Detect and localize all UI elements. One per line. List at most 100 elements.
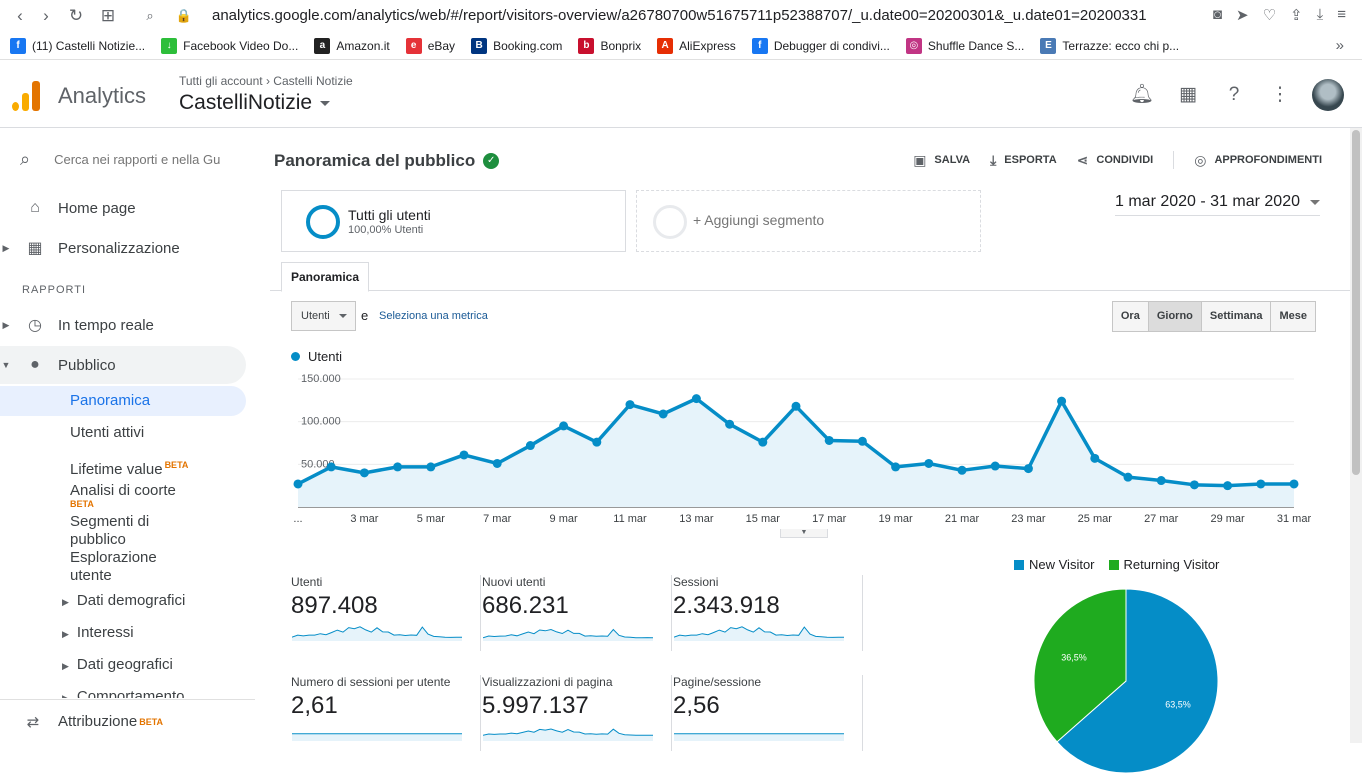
data-point [559,421,569,431]
expand-icon: ▶ [62,597,69,607]
legend-label: Utenti [308,349,342,364]
sidebar-search: ⌕ [20,149,225,170]
heart-icon[interactable]: ♡ [1263,6,1276,24]
page-title: Panoramica del pubblico ✓ [274,151,500,171]
menu-icon[interactable]: ≡ [1337,6,1346,24]
property-selector[interactable]: CastelliNotizie [179,91,331,115]
metric-card[interactable]: Nuovi utenti 686.231 [482,575,672,651]
bookmark-label: eBay [427,38,456,53]
collapse-icon: ▼ [1,360,11,370]
sidebar-item-lifetime[interactable]: Lifetime value BETA [0,456,246,479]
data-point [426,462,436,472]
segment-percentage: 100,00% Utenti [348,224,424,236]
x-tick-label: 29 mar [1210,513,1245,525]
analytics-logo-icon [12,81,40,111]
bookmark-item[interactable]: a Amazon.it [314,37,390,54]
caret-down-icon [320,100,331,106]
report-area: Panoramica del pubblico ✓ ▣ SALVA ⤓ ESPORT… [270,129,1350,774]
bookmark-item[interactable]: f (11) Castelli Notizie... [10,37,145,54]
metric-label: Visualizzazioni di pagina [482,675,613,689]
forward-icon[interactable]: › [36,6,56,26]
apps-grid-icon[interactable]: ▦ [1176,83,1200,107]
download-icon[interactable]: ⤓ [1317,6,1324,24]
avatar[interactable] [1312,79,1344,111]
share-button[interactable]: ⋖ CONDIVIDI [1077,152,1154,169]
sidebar-item-audience[interactable]: ▼ ● Pubblico [0,346,246,384]
bookmark-item[interactable]: e eBay [405,37,456,54]
beta-badge: BETA [70,499,94,509]
sidebar-item-interests[interactable]: ▶ Interessi [62,624,134,641]
sidebar-item-overview[interactable]: Panoramica [0,386,246,416]
caret-down-icon [1310,199,1320,205]
tab-grid-icon[interactable]: ⊞ [98,6,118,26]
breadcrumb[interactable]: Tutti gli account › Castelli Notizie [179,74,353,88]
sidebar-item-attribution[interactable]: ⇄ Attribuzione BETA [0,699,255,743]
share-icon: ⋖ [1076,151,1089,168]
sidebar-item-active-users[interactable]: Utenti attivi [0,424,246,442]
bookmark-item[interactable]: A AliExpress [657,37,736,54]
bookmark-item[interactable]: f Debugger di condivi... [751,37,890,54]
breadcrumb-account[interactable]: Tutti gli account [179,74,263,88]
pie-legend-new: New Visitor [1014,557,1095,572]
scrollbar-thumb[interactable] [1352,130,1360,475]
sidebar-item-behavior[interactable]: ▶ Comportamento [62,688,184,698]
sidebar-item-label: Dati demografici [76,592,186,609]
sidebar-item-label: Interessi [76,624,134,641]
bookmark-item[interactable]: b Bonprix [578,37,641,54]
more-vert-icon[interactable]: ⋮ [1268,83,1292,107]
verified-check-icon: ✓ [483,153,500,169]
granularity-giorno[interactable]: Giorno [1147,302,1201,331]
series-area [298,398,1294,507]
search-input[interactable] [54,152,225,167]
granularity-settimana[interactable]: Settimana [1200,302,1271,331]
sidebar-item-segments[interactable]: Segmenti di pubblico [0,513,190,549]
add-segment-button[interactable]: + Aggiungi segmento [636,190,981,252]
data-point [1023,464,1033,474]
bookmark-item[interactable]: B Booking.com [471,37,562,54]
bookmark-item[interactable]: E Terrazze: ecco chi p... [1040,37,1179,54]
camera-icon[interactable]: ◙ [1213,6,1222,24]
data-point [658,409,668,419]
send-icon[interactable]: ➤ [1236,6,1249,24]
breadcrumb-property[interactable]: Castelli Notizie [273,74,352,88]
more-bookmarks-icon[interactable]: » [1336,37,1344,54]
bookmark-item[interactable]: ◎ Shuffle Dance S... [905,37,1024,54]
sidebar-item-home[interactable]: ⌂ Home page [0,189,246,227]
tab-overview[interactable]: Panoramica [281,262,370,292]
metric-card[interactable]: Pagine/sessione 2,56 [673,675,863,751]
sidebar-item-demographics[interactable]: ▶ Dati demografici [62,592,185,609]
zoom-icon[interactable]: ⌕ [140,6,160,26]
x-tick-label: 19 mar [878,513,913,525]
data-point [1223,481,1233,491]
bookmark-favicon-icon: A [657,37,674,54]
metric-card[interactable]: Visualizzazioni di pagina 5.997.137 [482,675,672,751]
share-icon[interactable]: ⇪ [1290,6,1303,24]
sidebar-item-geo[interactable]: ▶ Dati geografici [62,656,173,673]
collapse-chart-button[interactable]: ▼ [780,529,828,538]
save-button[interactable]: ▣ SALVA [913,152,970,169]
sidebar-item-realtime[interactable]: ▶ ◷ In tempo reale [0,306,246,344]
granularity-mese[interactable]: Mese [1270,302,1315,331]
export-button[interactable]: ⤓ ESPORTA [990,152,1057,169]
granularity-ora[interactable]: Ora [1112,302,1148,331]
date-range-picker[interactable]: 1 mar 2020 - 31 mar 2020 [1115,193,1320,216]
url-field[interactable]: analytics.google.com/analytics/web/#/rep… [212,7,1147,24]
back-icon[interactable]: ‹ [10,6,30,26]
sidebar-item-explorer[interactable]: Esplorazione utente [0,549,190,585]
caret-down-icon [339,314,347,318]
x-tick-label: 21 mar [945,513,980,525]
help-icon[interactable]: ? [1222,83,1246,107]
metric-card[interactable]: Numero di sessioni per utente 2,61 [291,675,481,751]
select-metric-link[interactable]: Seleziona una metrica [379,310,488,322]
metric-card[interactable]: Utenti 897.408 [291,575,481,651]
reload-icon[interactable]: ↻ [66,6,86,26]
metric-card[interactable]: Sessioni 2.343.918 [673,575,863,651]
bookmark-item[interactable]: ↓ Facebook Video Do... [161,37,298,54]
bell-icon[interactable]: 🔔︎ [1130,83,1154,107]
segment-all-users[interactable]: Tutti gli utenti 100,00% Utenti [281,190,626,252]
insights-button[interactable]: ◎ APPROFONDIMENTI [1194,152,1322,169]
sidebar-item-cohort[interactable]: Analisi di coorte BETA [0,482,246,509]
metric-select[interactable]: Utenti [291,301,356,331]
home-icon: ⌂ [30,199,40,216]
sidebar-item-customization[interactable]: ▶ ▦ Personalizzazione [0,229,246,267]
